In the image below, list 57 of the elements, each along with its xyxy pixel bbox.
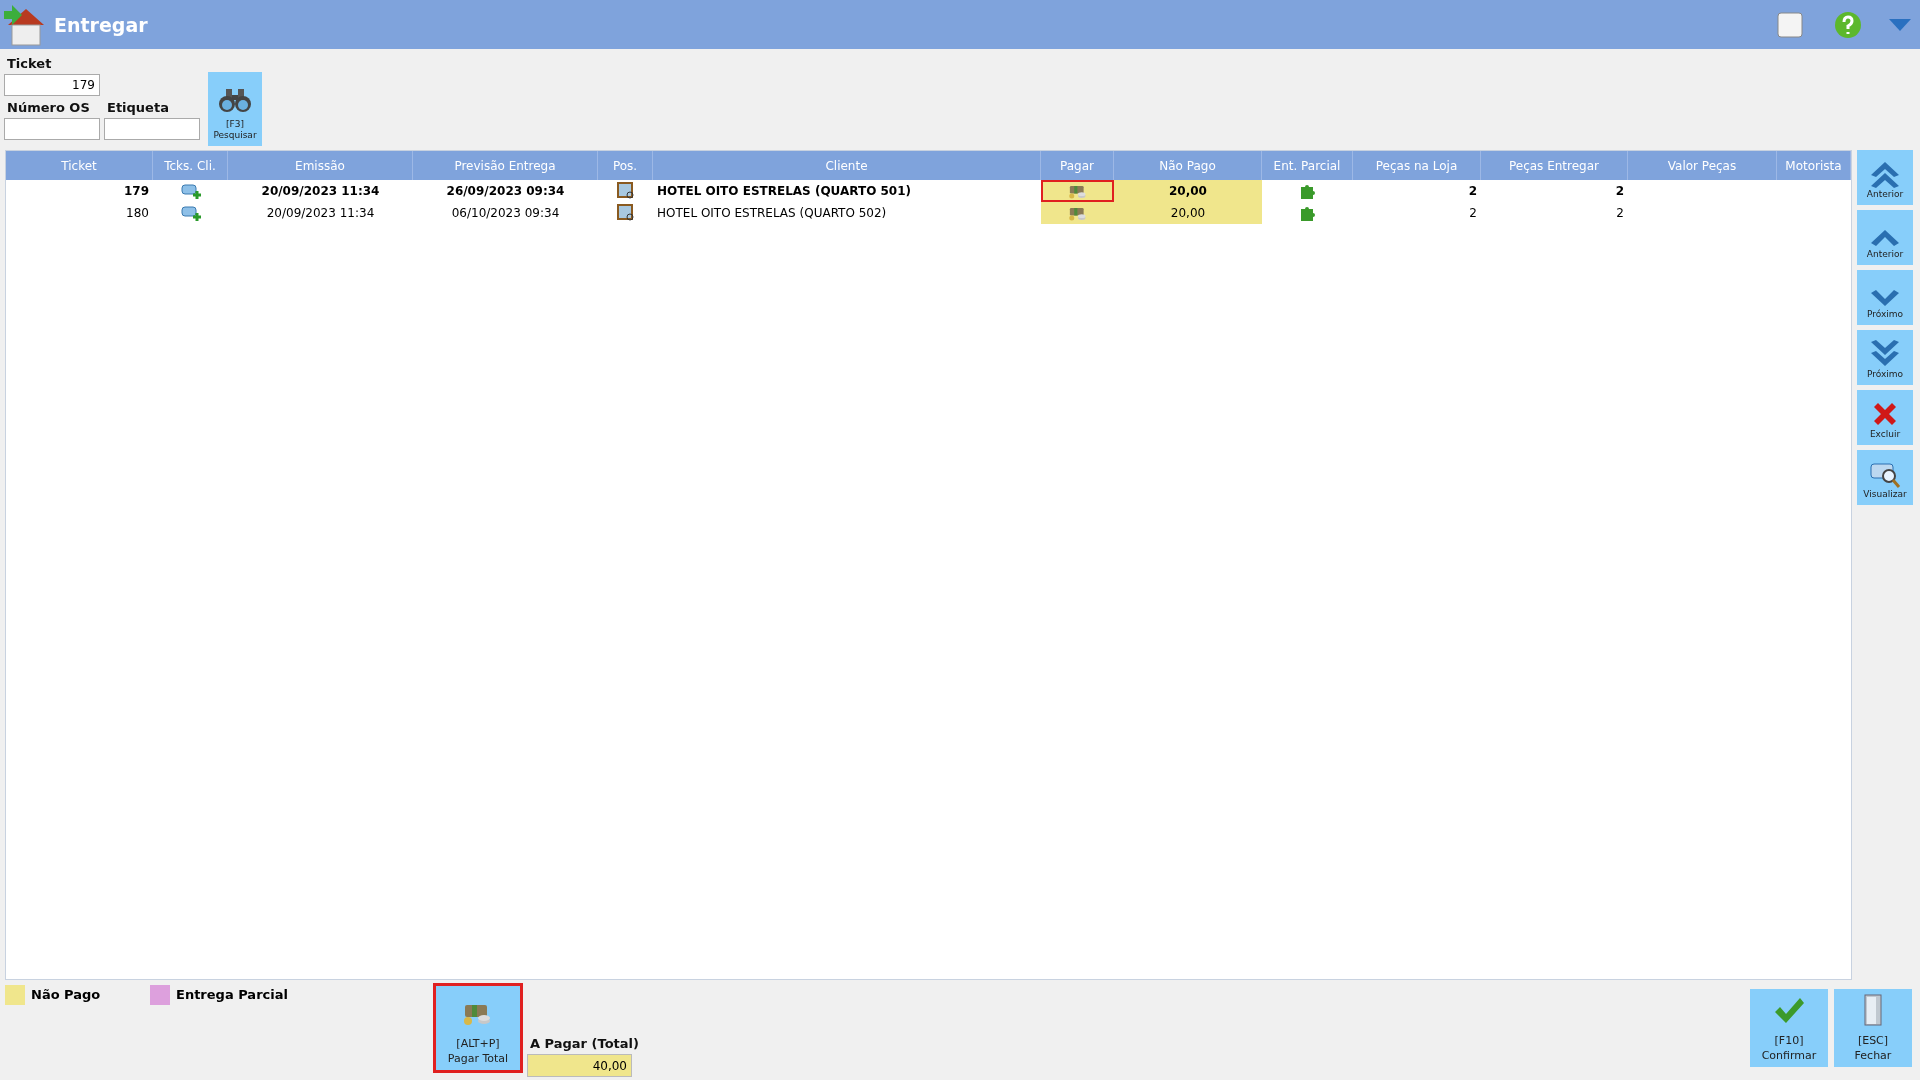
column-header[interactable]: Emissão [228,151,413,180]
window-title: Entregar [54,13,149,36]
column-header[interactable]: Ent. Parcial [1262,151,1353,180]
dropdown-arrow-icon[interactable] [1888,17,1912,32]
table-cell-text: 179 [122,183,150,200]
table-cell-text: 2 [1468,205,1478,222]
column-header[interactable]: Peças na Loja [1353,151,1481,180]
ticket-plus-icon [180,183,201,199]
square-icon[interactable] [1776,10,1804,39]
input-field[interactable] [104,118,200,140]
table-cell-text: 2 [1467,183,1478,200]
field-label: Ticket [6,55,53,73]
footer-button[interactable]: [F10] Confirmar [1750,989,1828,1067]
column-header[interactable]: Motorista [1777,151,1851,180]
pay-total-button[interactable]: [ALT+P] Pagar Total [435,985,521,1071]
table-cell-text: 06/10/2023 09:34 [450,205,561,222]
nav-button[interactable]: Excluir [1857,390,1913,445]
footer-button[interactable]: [ESC] Fechar [1834,989,1912,1067]
search-button[interactable]: [F3] Pesquisar [208,72,262,146]
column-header[interactable]: Previsão Entrega [413,151,598,180]
field-label: Etiqueta [106,99,170,117]
input-field[interactable] [4,118,100,140]
table-cell-text: 20/09/2023 11:34 [260,183,381,200]
table-cell-text: 2 [1615,205,1625,222]
binoculars-icon [218,86,252,113]
table-cell-text: 2 [1614,183,1625,200]
legend-label: Não Pago [31,986,101,1002]
puzzle-icon [1298,204,1317,222]
legend-label: Entrega Parcial [176,986,288,1002]
framed-picture-icon [616,204,635,222]
total-label: A Pagar (Total) [529,1035,640,1053]
column-header[interactable]: Ticket [6,151,153,180]
column-header[interactable]: Pos. [598,151,653,180]
nav-button[interactable]: Próximo [1857,270,1913,325]
door-icon [1862,994,1884,1027]
nav-button[interactable]: Próximo [1857,330,1913,385]
table-cell-text: 26/09/2023 09:34 [445,183,566,200]
column-header[interactable]: Cliente [653,151,1041,180]
field-label: Número OS [6,99,91,117]
table-cell: 20,00 [1114,180,1262,202]
table-cell: 20,00 [1114,202,1262,224]
table-cell-text: 20/09/2023 11:34 [265,205,376,222]
puzzle-icon [1298,182,1317,200]
total-value: 40,00 [527,1054,632,1077]
table-cell-text: HOTEL OITO ESTRELAS (QUARTO 502) [656,205,888,222]
table-cell-text: HOTEL OITO ESTRELAS (QUARTO 501) [656,183,913,200]
help-icon[interactable] [1834,10,1862,39]
column-header[interactable]: Peças Entregar [1481,151,1628,180]
nav-button[interactable]: Visualizar [1857,450,1913,505]
ticket-field[interactable]: 179 [4,74,100,96]
nav-button[interactable]: Anterior [1857,210,1913,265]
framed-picture-icon [616,182,635,200]
nav-button[interactable]: Anterior [1857,150,1913,205]
column-header[interactable]: Tcks. Cli. [153,151,228,180]
column-header[interactable]: Valor Peças [1628,151,1777,180]
ticket-plus-icon [180,205,201,221]
table-cell-text: 180 [125,205,150,222]
